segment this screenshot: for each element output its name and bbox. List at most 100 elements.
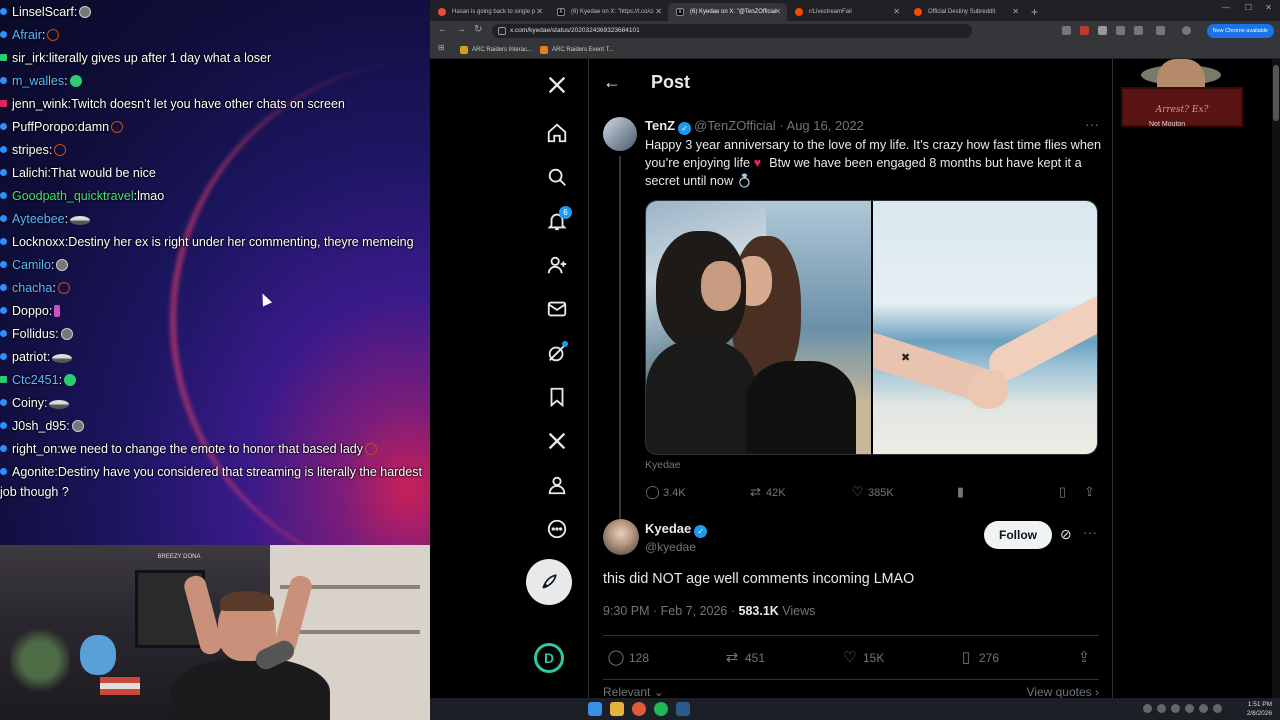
extension-icon[interactable]	[1062, 26, 1071, 35]
chrome-icon[interactable]	[632, 702, 646, 716]
new-tab-button[interactable]: +	[1025, 3, 1044, 21]
forward-icon[interactable]: →	[456, 24, 466, 35]
like-button[interactable]: ♡ 15K	[841, 648, 884, 668]
chat-username[interactable]: Coiny	[12, 396, 44, 410]
x-logo-icon[interactable]	[537, 65, 577, 105]
bookmark-button[interactable]: ▯ 276	[957, 648, 999, 668]
extension-icon[interactable]	[1098, 26, 1107, 35]
reload-icon[interactable]: ↻	[474, 24, 482, 35]
bookmarks-icon[interactable]	[537, 377, 577, 417]
author-handle[interactable]: @kyedae	[645, 540, 696, 554]
more-options-icon[interactable]: ···	[1083, 524, 1097, 540]
grok-icon[interactable]	[537, 333, 577, 373]
close-tab-icon[interactable]: ✕	[655, 3, 662, 21]
tray-icon[interactable]	[1185, 704, 1194, 713]
avatar[interactable]	[603, 519, 639, 555]
chat-username[interactable]: sir_irk	[12, 51, 45, 65]
tray-icon[interactable]	[1143, 704, 1152, 713]
tray-icon[interactable]	[1157, 704, 1166, 713]
more-icon[interactable]	[537, 509, 577, 549]
browser-tab[interactable]: Hasan is going back to single p ✕	[430, 3, 549, 21]
file-explorer-icon[interactable]	[610, 702, 624, 716]
chat-username[interactable]: Locknoxx	[12, 235, 65, 249]
author-name[interactable]: Kyedae	[645, 521, 691, 536]
close-tab-icon[interactable]: ✕	[774, 3, 781, 21]
premium-icon[interactable]	[537, 421, 577, 461]
bookmark-item[interactable]: ARC Raiders Event T...	[540, 44, 614, 56]
author-name[interactable]: TenZ	[645, 118, 675, 133]
view-quotes-link[interactable]: View quotes ›	[1027, 685, 1100, 698]
close-tab-icon[interactable]: ✕	[893, 3, 900, 21]
tray-icon[interactable]	[1171, 704, 1180, 713]
tray-icon[interactable]	[1199, 704, 1208, 713]
home-icon[interactable]	[537, 113, 577, 153]
couple-kissing-photo[interactable]	[646, 201, 871, 454]
close-tab-icon[interactable]: ✕	[1012, 3, 1019, 21]
back-arrow-icon[interactable]: ←	[603, 72, 621, 93]
profile-icon[interactable]	[537, 465, 577, 505]
grok-explain-icon[interactable]: ⊘	[1060, 526, 1072, 543]
tray-icon[interactable]	[1213, 704, 1222, 713]
extension-icon[interactable]	[1116, 26, 1125, 35]
url-field[interactable]: x.com/kyedae/status/2020324369323684101	[492, 24, 972, 38]
browser-tab[interactable]: X (6) Kyedae on X: "https://t.co/ci ✕	[549, 3, 668, 21]
browser-tab[interactable]: r/LivestreamFail ✕	[787, 3, 906, 21]
share-icon[interactable]: ⇪	[1075, 648, 1097, 668]
chat-username[interactable]: Doppo	[12, 304, 49, 318]
taskbar-clock[interactable]: 1:51 PM 2/8/2026	[1247, 700, 1272, 718]
holding-hands-photo[interactable]: ✖	[871, 201, 1097, 454]
chat-username[interactable]: m_walles	[12, 74, 64, 88]
chat-username[interactable]: Goodpath_quicktravel	[12, 189, 134, 203]
quoted-media-grid[interactable]: ✖	[645, 200, 1098, 455]
profile-icon[interactable]	[1182, 26, 1191, 35]
spotify-icon[interactable]	[654, 702, 668, 716]
minimize-icon[interactable]: —	[1222, 3, 1230, 12]
extension-logo-icon[interactable]: D	[534, 643, 564, 673]
chat-username[interactable]: Camilo	[12, 258, 51, 272]
share-icon[interactable]: ⇪	[1082, 483, 1100, 502]
extension-icon[interactable]	[1080, 26, 1089, 35]
more-options-icon[interactable]: ···	[1085, 116, 1099, 132]
repost-button[interactable]: ⇄ 451	[723, 648, 765, 668]
chrome-update-button[interactable]: New Chrome available	[1206, 24, 1274, 38]
chat-username[interactable]: Afrair	[12, 28, 42, 42]
close-window-icon[interactable]: ✕	[1265, 3, 1272, 12]
chat-username[interactable]: patriot	[12, 350, 47, 364]
sidebar-icon[interactable]	[1156, 26, 1165, 35]
chat-username[interactable]: Agonite	[12, 465, 54, 479]
start-icon[interactable]	[588, 702, 602, 716]
compose-post-button[interactable]	[526, 559, 572, 605]
post-date[interactable]: Aug 16, 2022	[787, 118, 864, 133]
browser-tab[interactable]: X (6) Kyedae on X: "@TenZOfficial ✕	[668, 3, 787, 21]
reply-button[interactable]: ◯ 128	[607, 648, 649, 668]
follow-icon[interactable]	[537, 245, 577, 285]
repost-button[interactable]: ⇄ 42K	[748, 483, 786, 502]
back-icon[interactable]: ←	[438, 24, 448, 35]
reply-sort-dropdown[interactable]: Relevant ⌄	[603, 685, 664, 698]
avatar[interactable]	[603, 117, 637, 151]
chat-username[interactable]: Follidus	[12, 327, 55, 341]
chat-username[interactable]: J0sh_d95	[12, 419, 66, 433]
tweet-time[interactable]: 9:30 PM · Feb 7, 2026 ·	[603, 604, 739, 618]
chat-username[interactable]: Ctc2451	[12, 373, 59, 387]
search-icon[interactable]	[537, 157, 577, 197]
scrollbar-thumb[interactable]	[1273, 65, 1279, 121]
steam-icon[interactable]	[676, 702, 690, 716]
scrollbar[interactable]	[1272, 59, 1280, 698]
chat-username[interactable]: Lalichi	[12, 166, 47, 180]
chat-username[interactable]: jenn_wink	[12, 97, 68, 111]
like-button[interactable]: ♡ 385K	[850, 483, 894, 502]
reply-button[interactable]: ◯ 3.4K	[645, 483, 685, 502]
maximize-icon[interactable]: ☐	[1245, 3, 1252, 12]
chat-username[interactable]: Ayteebee	[12, 212, 65, 226]
chat-username[interactable]: stripes	[12, 143, 49, 157]
browser-tab[interactable]: Official Destiny Subreddit ✕	[906, 3, 1025, 21]
follow-button[interactable]: Follow	[984, 521, 1052, 549]
chat-username[interactable]: PuffPoropo	[12, 120, 74, 134]
author-handle[interactable]: @TenZOfficial	[694, 118, 776, 133]
chat-username[interactable]: LinselScarf	[12, 5, 74, 19]
close-tab-icon[interactable]: ✕	[536, 3, 543, 21]
messages-icon[interactable]	[537, 289, 577, 329]
chat-username[interactable]: right_on	[12, 442, 57, 456]
bookmark-icon[interactable]: ▯	[1055, 483, 1073, 502]
